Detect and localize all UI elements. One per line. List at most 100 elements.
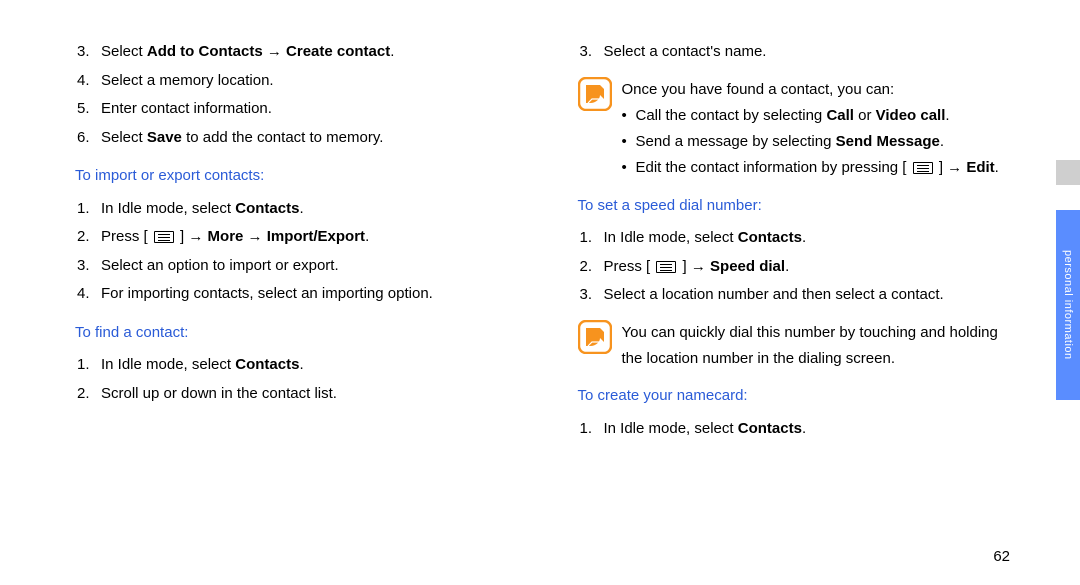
section-tab: personal information <box>1056 210 1080 400</box>
note-icon <box>578 77 612 111</box>
note-text: You can quickly dial this number by touc… <box>622 320 1021 373</box>
list-item: 5. Enter contact information. <box>75 95 518 124</box>
text: . <box>785 258 789 275</box>
bold-text: Speed dial <box>710 258 785 275</box>
text: . <box>945 107 949 124</box>
text: ] → <box>678 258 710 275</box>
section-heading-speed-dial: To set a speed dial number: <box>578 192 1021 221</box>
note-intro: Once you have found a contact, you can: <box>622 77 1021 103</box>
text: Press [ <box>101 228 152 245</box>
text: . <box>802 229 806 246</box>
text: Edit the contact information by pressing… <box>636 159 911 176</box>
list-item: 3. Select Add to Contacts → Create conta… <box>75 38 518 67</box>
text: . <box>299 356 303 373</box>
text: to add the contact to memory. <box>182 129 384 146</box>
ordinal: 5. <box>75 95 101 124</box>
columns: 3. Select Add to Contacts → Create conta… <box>75 38 1020 443</box>
text: Send a message by selecting <box>636 133 836 150</box>
step-text: In Idle mode, select Contacts. <box>604 224 1021 253</box>
text: . <box>365 228 369 245</box>
menu-icon <box>913 162 933 174</box>
menu-icon <box>154 231 174 243</box>
list-item: 2. Scroll up or down in the contact list… <box>75 380 518 409</box>
step-text: Press [ ] → Speed dial. <box>604 253 1021 282</box>
right-column: 3. Select a contact's name. Once you hav… <box>578 38 1021 443</box>
step-text: Select Save to add the contact to memory… <box>101 124 518 153</box>
text: In Idle mode, select <box>604 420 738 437</box>
bullet-dot: • <box>622 155 636 181</box>
text: Press [ <box>604 258 655 275</box>
step-text: In Idle mode, select Contacts. <box>604 415 1021 444</box>
bullet-text: Send a message by selecting Send Message… <box>636 129 945 155</box>
note-icon <box>578 320 612 354</box>
bold-text: Call <box>826 107 854 124</box>
step-text: Select an option to import or export. <box>101 252 518 281</box>
ordinal: 4. <box>75 67 101 96</box>
text: . <box>802 420 806 437</box>
step-text: Select a memory location. <box>101 67 518 96</box>
text: In Idle mode, select <box>101 356 235 373</box>
step-text: Select a location number and then select… <box>604 281 1021 310</box>
ordinal: 3. <box>75 252 101 281</box>
bold-text: Import/Export <box>267 228 365 245</box>
ordinal: 1. <box>75 195 101 224</box>
ordinal: 2. <box>75 223 101 252</box>
menu-icon <box>656 261 676 273</box>
text: . <box>995 159 999 176</box>
ordinal: 3. <box>578 38 604 67</box>
bold-text: More <box>208 228 244 245</box>
left-column: 3. Select Add to Contacts → Create conta… <box>75 38 518 443</box>
text: Select <box>101 129 147 146</box>
bold-text: Video call <box>876 107 946 124</box>
list-item: 1. In Idle mode, select Contacts. <box>578 224 1021 253</box>
list-item: 3. Select a location number and then sel… <box>578 281 1021 310</box>
step-text: For importing contacts, select an import… <box>101 280 518 309</box>
bold-text: Contacts <box>235 200 299 217</box>
note-bullet: • Call the contact by selecting Call or … <box>622 103 1021 129</box>
list-item: 6. Select Save to add the contact to mem… <box>75 124 518 153</box>
note-box: Once you have found a contact, you can: … <box>578 77 1021 182</box>
arrow: → <box>243 228 266 245</box>
section-heading-namecard: To create your namecard: <box>578 382 1021 411</box>
bullet-text: Call the contact by selecting Call or Vi… <box>636 103 950 129</box>
list-item: 2. Press [ ] → Speed dial. <box>578 253 1021 282</box>
list-item: 3. Select a contact's name. <box>578 38 1021 67</box>
note-bullet: • Send a message by selecting Send Messa… <box>622 129 1021 155</box>
side-tab-gap <box>1056 160 1080 185</box>
list-item: 2. Press [ ] → More → Import/Export. <box>75 223 518 252</box>
step-text: In Idle mode, select Contacts. <box>101 195 518 224</box>
text: . <box>940 133 944 150</box>
bold-text: Add to Contacts <box>147 43 263 60</box>
ordinal: 2. <box>75 380 101 409</box>
text: In Idle mode, select <box>604 229 738 246</box>
list-item: 4. Select a memory location. <box>75 67 518 96</box>
section-heading-find-contact: To find a contact: <box>75 319 518 348</box>
bold-text: Contacts <box>738 420 802 437</box>
text: or <box>854 107 876 124</box>
ordinal: 4. <box>75 280 101 309</box>
section-tab-label: personal information <box>1062 250 1074 360</box>
ordinal: 2. <box>578 253 604 282</box>
text: . <box>390 43 394 60</box>
text: ] → <box>935 159 967 176</box>
text: . <box>299 200 303 217</box>
bold-text: Contacts <box>738 229 802 246</box>
bold-text: Contacts <box>235 356 299 373</box>
list-item: 4. For importing contacts, select an imp… <box>75 280 518 309</box>
text: Call the contact by selecting <box>636 107 827 124</box>
manual-page: 3. Select Add to Contacts → Create conta… <box>0 0 1080 585</box>
bold-text: Create contact <box>286 43 390 60</box>
list-item: 1. In Idle mode, select Contacts. <box>75 351 518 380</box>
step-text: In Idle mode, select Contacts. <box>101 351 518 380</box>
text: ] → <box>176 228 208 245</box>
bold-text: Edit <box>966 159 994 176</box>
list-item: 1. In Idle mode, select Contacts. <box>75 195 518 224</box>
step-text: Press [ ] → More → Import/Export. <box>101 223 518 252</box>
bullet-text: Edit the contact information by pressing… <box>636 155 999 181</box>
page-number: 62 <box>993 548 1010 565</box>
step-text: Scroll up or down in the contact list. <box>101 380 518 409</box>
section-heading-import-export: To import or export contacts: <box>75 162 518 191</box>
ordinal: 1. <box>578 224 604 253</box>
text: Select <box>101 43 147 60</box>
step-text: Select Add to Contacts → Create contact. <box>101 38 518 67</box>
